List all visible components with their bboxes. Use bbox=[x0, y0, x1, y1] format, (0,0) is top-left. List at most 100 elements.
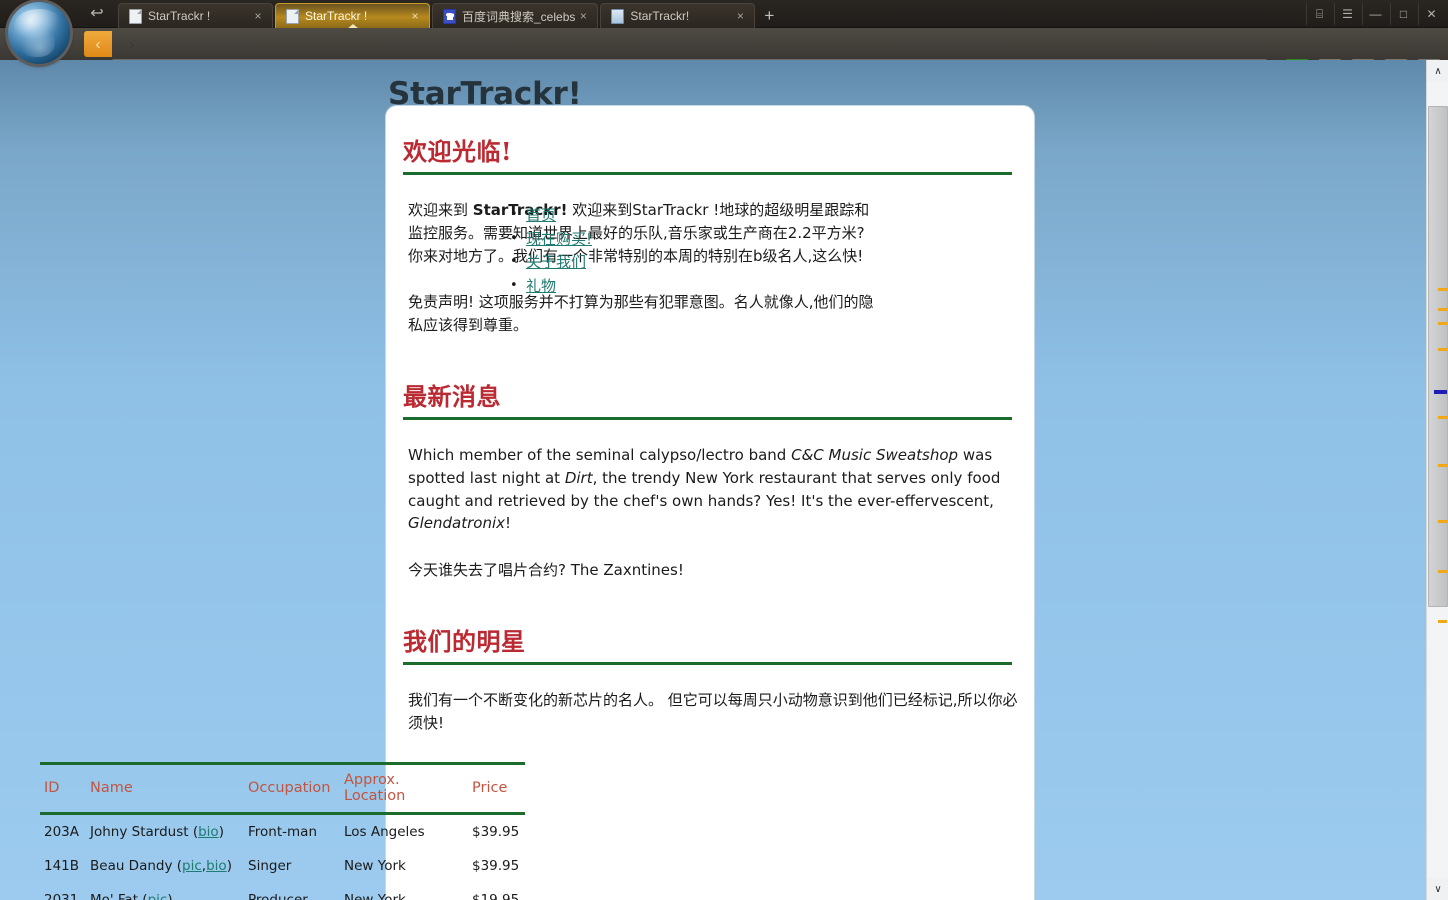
news-paragraph: Which member of the seminal calypso/lect… bbox=[408, 444, 1013, 535]
nav-list-item: 礼物 bbox=[510, 274, 592, 299]
scrollbar-find-mark bbox=[1438, 520, 1447, 523]
site-nav-list: 首页现在购买! 关于我们礼物 bbox=[508, 203, 592, 299]
scrollbar-find-mark bbox=[1438, 322, 1447, 325]
nav-link-1[interactable]: 现在购买! bbox=[526, 230, 592, 248]
scrollbar-find-mark bbox=[1438, 348, 1447, 351]
tab-title: 百度词典搜索_celebs bbox=[462, 9, 576, 24]
stars-table-header-row: ID Name Occupation Approx. Location Price bbox=[40, 762, 525, 815]
page-viewport: StarTrackr! 欢迎光临! 欢迎来到 StarTrackr! 欢迎来到S… bbox=[0, 60, 1448, 900]
tab-title: StarTrackr ! bbox=[305, 9, 368, 23]
star-name: Glendatronix bbox=[408, 514, 506, 533]
nav-list-item: 首页 bbox=[510, 203, 592, 228]
tab-close-icon[interactable]: × bbox=[575, 9, 591, 23]
browser-window: ↩ StarTrackr ! × StarTrackr ! × 百度词典搜索_celeb… bbox=[0, 0, 1448, 900]
stars-paragraph: 我们有一个不断变化的新芯片的名人。 但它可以每周只小动物意识到他们已经标记,所以… bbox=[408, 690, 1018, 732]
browser-toolbar: ‹ › localhost:2570/MyJQuery/chapter_01/I… bbox=[0, 28, 1448, 90]
table-row: 2031 Mo' Fat (pic) Producer New York $19.95 bbox=[40, 883, 525, 900]
scrollbar-find-mark bbox=[1438, 288, 1447, 291]
disclaimer-paragraph: 免责声明! 这项服务并不打算为那些有犯罪意图。名人就像人,他们的隐私应该得到尊重… bbox=[408, 293, 874, 335]
cell-location: Los Angeles bbox=[344, 824, 425, 840]
back-button[interactable]: ‹ bbox=[84, 31, 112, 57]
page-scrollbar[interactable]: ∧ ∨ bbox=[1426, 60, 1448, 900]
nav-list-item: 关于我们 bbox=[510, 250, 592, 275]
close-window-button[interactable]: ✕ bbox=[1418, 3, 1444, 25]
nav-link-3[interactable]: 礼物 bbox=[526, 277, 556, 295]
venue-name: Dirt bbox=[564, 468, 593, 487]
browser-tab-2[interactable]: 百度词典搜索_celebs × bbox=[432, 3, 599, 28]
tab-title: StarTrackr ! bbox=[148, 9, 211, 23]
new-tab-button[interactable]: + bbox=[757, 3, 781, 28]
star-link-pic[interactable]: pic bbox=[182, 858, 202, 874]
tab-favicon-blue-icon bbox=[611, 8, 625, 24]
browser-tab-0[interactable]: StarTrackr ! × bbox=[118, 3, 273, 28]
cell-price: $39.95 bbox=[472, 824, 520, 840]
welcome-paragraph: 欢迎来到 StarTrackr! 欢迎来到StarTrackr !地球的超级明星… bbox=[408, 199, 878, 267]
scrollbar-find-mark bbox=[1438, 416, 1447, 419]
star-link-pic[interactable]: pic bbox=[148, 892, 168, 900]
welcome-heading: 欢迎光临! bbox=[403, 132, 1012, 175]
nav-link-0[interactable]: 首页 bbox=[526, 206, 556, 224]
nav-link-2[interactable]: 关于我们 bbox=[526, 253, 586, 271]
table-row: 141B Beau Dandy (pic,bio) Singer New York $3… bbox=[40, 849, 525, 883]
star-name: Johny Stardust bbox=[90, 824, 189, 840]
minimize-button[interactable]: — bbox=[1362, 3, 1388, 25]
split-view-button[interactable]: ☰ bbox=[1334, 3, 1360, 25]
tab-favicon-doc-icon bbox=[129, 8, 142, 24]
news-heading: 最新消息 bbox=[403, 377, 1012, 420]
forward-button[interactable]: › bbox=[120, 31, 144, 57]
cell-price: $39.95 bbox=[472, 858, 520, 874]
tab-close-icon[interactable]: × bbox=[407, 9, 423, 23]
page-content: StarTrackr! 欢迎光临! 欢迎来到 StarTrackr! 欢迎来到S… bbox=[0, 60, 1426, 900]
browser-tab-3[interactable]: StarTrackr! × bbox=[600, 3, 756, 28]
cell-location: New York bbox=[344, 858, 406, 874]
star-link-bio[interactable]: bio bbox=[198, 824, 219, 840]
cell-id: 203A bbox=[44, 824, 80, 840]
star-name: Mo' Fat bbox=[90, 892, 139, 900]
scrollbar-find-mark bbox=[1438, 464, 1447, 467]
table-column-header: ID bbox=[40, 762, 86, 815]
cell-id: 141B bbox=[44, 858, 80, 874]
scrollbar-find-mark bbox=[1438, 308, 1447, 311]
stars-table-head: ID Name Occupation Approx. Location Price bbox=[40, 762, 525, 815]
welcome-lead: 欢迎来到 bbox=[408, 201, 473, 219]
cell-occupation: Producer bbox=[248, 892, 308, 900]
table-column-header: Occupation bbox=[244, 762, 340, 815]
cell-name: Mo' Fat (pic) bbox=[86, 883, 244, 900]
tab-close-icon[interactable]: × bbox=[250, 9, 266, 23]
cell-price: $19.95 bbox=[472, 892, 520, 900]
tab-favicon-doc-icon bbox=[286, 8, 299, 24]
scroll-down-arrow-icon[interactable]: ∨ bbox=[1427, 878, 1448, 900]
cell-id: 2031 bbox=[44, 892, 79, 900]
browser-logo-icon[interactable] bbox=[8, 2, 70, 64]
stars-heading: 我们的明星 bbox=[403, 622, 1012, 665]
scrollbar-find-mark bbox=[1434, 390, 1447, 394]
undo-closed-tab-icon[interactable]: ↩ bbox=[84, 3, 110, 25]
table-column-header: Price bbox=[468, 762, 525, 815]
star-link-bio[interactable]: bio bbox=[206, 858, 227, 874]
tab-favicon-baidu-icon bbox=[443, 8, 456, 24]
news-part1: Which member of the seminal calypso/lect… bbox=[408, 445, 792, 464]
table-column-header: Approx. Location bbox=[340, 762, 468, 815]
band-name: C&C Music Sweatshop bbox=[791, 445, 959, 464]
table-column-header: Name bbox=[86, 762, 244, 815]
scrollbar-find-mark bbox=[1438, 570, 1447, 573]
browser-tab-1[interactable]: StarTrackr ! × bbox=[275, 3, 430, 29]
scrollbar-thumb[interactable] bbox=[1428, 105, 1448, 608]
cell-occupation: Singer bbox=[248, 858, 292, 874]
nav-list-item: 现在购买! bbox=[510, 227, 592, 252]
scrollbar-find-mark bbox=[1438, 620, 1447, 623]
table-row: 203A Johny Stardust (bio) Front-man Los Ang… bbox=[40, 814, 525, 850]
scroll-up-arrow-icon[interactable]: ∧ bbox=[1427, 60, 1448, 82]
restore-session-button[interactable]: ⌸ bbox=[1306, 3, 1332, 25]
browser-titlebar: ↩ StarTrackr ! × StarTrackr ! × 百度词典搜索_celeb… bbox=[0, 0, 1448, 29]
tab-strip: StarTrackr ! × StarTrackr ! × 百度词典搜索_celebs ×… bbox=[118, 0, 781, 29]
window-controls: ⌸ ☰ — □ ✕ bbox=[1304, 0, 1444, 28]
maximize-button[interactable]: □ bbox=[1390, 3, 1416, 25]
star-name: Beau Dandy bbox=[90, 858, 173, 874]
cell-location: New York bbox=[344, 892, 406, 900]
news-second-paragraph: 今天谁失去了唱片合约? The Zaxntines! bbox=[408, 561, 684, 580]
tab-close-icon[interactable]: × bbox=[732, 9, 748, 23]
stars-table-body: 203A Johny Stardust (bio) Front-man Los Ang… bbox=[40, 814, 525, 900]
cell-name: Johny Stardust (bio) bbox=[90, 824, 224, 840]
tab-title: StarTrackr! bbox=[630, 9, 690, 23]
